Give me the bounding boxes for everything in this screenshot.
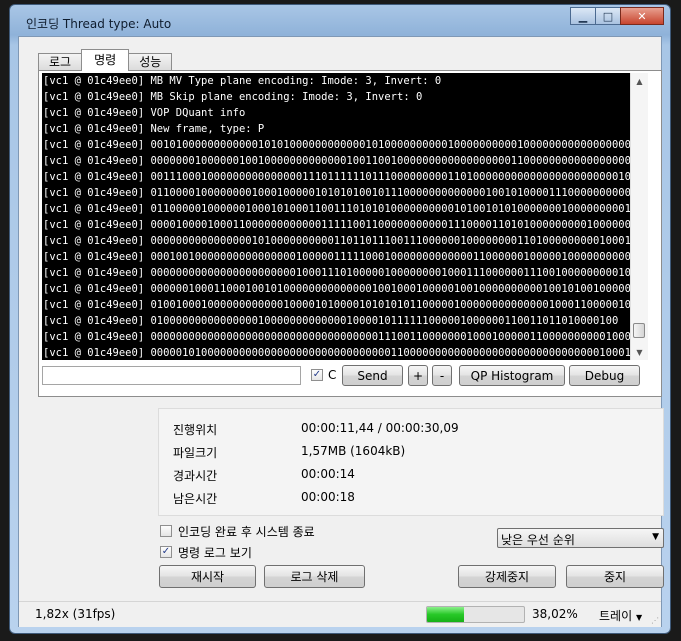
scroll-up-arrow-icon[interactable]: ▲	[631, 73, 648, 89]
tab-bar: 로그 명령 성능	[38, 49, 173, 71]
restart-button[interactable]: 재시작	[159, 565, 256, 588]
log-line: [vc1 @ 01c49ee0] 00000000000000001010000…	[43, 235, 630, 247]
log-line: [vc1 @ 01c49ee0] 00000000000000000000000…	[43, 267, 630, 279]
log-line: [vc1 @ 01c49ee0] 01000000000000000100000…	[43, 315, 619, 327]
log-line: [vc1 @ 01c49ee0] 01100000100000010001010…	[43, 203, 630, 215]
chevron-down-icon: ▼	[635, 613, 643, 622]
chevron-down-icon: ▼	[652, 532, 659, 542]
elapsed-label: 경과시간	[173, 469, 218, 483]
encoding-progress-bar	[426, 606, 525, 623]
show-log-checkbox[interactable]: ✓	[160, 546, 172, 558]
encoding-window: 인코딩 Thread type: Auto ▁ □ ✕ 로그 명령 성능 [vc…	[9, 4, 671, 634]
close-button[interactable]: ✕	[620, 7, 664, 25]
minimize-button[interactable]: ▁	[570, 7, 596, 25]
position-label: 진행위치	[173, 423, 218, 437]
tray-label: 트레이	[599, 609, 633, 623]
command-input[interactable]	[42, 366, 301, 385]
log-scrollbar[interactable]: ▲ ▼	[630, 73, 648, 360]
scroll-thumb[interactable]	[633, 323, 645, 338]
command-row: ✓ C Send + - QP Histogram Debug	[42, 364, 658, 388]
tab-log[interactable]: 로그	[38, 53, 83, 71]
caption-buttons: ▁ □ ✕	[570, 7, 664, 25]
maximize-button[interactable]: □	[595, 7, 621, 25]
c-checkbox-label: C	[328, 368, 337, 382]
log-line: [vc1 @ 01c49ee0] MB MV Type plane encodi…	[43, 75, 442, 87]
scroll-down-arrow-icon[interactable]: ▼	[631, 344, 648, 360]
stop-button[interactable]: 중지	[566, 565, 664, 588]
resize-grip-icon[interactable]: ⋰	[651, 616, 659, 625]
position-value: 00:00:11,44 / 00:00:30,09	[301, 421, 459, 435]
command-tab-panel: [vc1 @ 01c49ee0] MB MV Type plane encodi…	[38, 70, 662, 397]
log-line: [vc1 @ 01c49ee0] 00000101000000000000000…	[43, 347, 630, 359]
plus-button[interactable]: +	[408, 365, 428, 386]
qp-histogram-button[interactable]: QP Histogram	[459, 365, 565, 386]
priority-value: 낮은 우선 순위	[501, 533, 575, 547]
filesize-value: 1,57MB (1604kB)	[301, 444, 406, 458]
command-log-output[interactable]: [vc1 @ 01c49ee0] MB MV Type plane encodi…	[42, 73, 630, 360]
log-line: [vc1 @ 01c49ee0] 00111000100000000000000…	[43, 171, 630, 183]
filesize-label: 파일크기	[173, 446, 218, 460]
encoding-info-panel: 진행위치 00:00:11,44 / 00:00:30,09 파일크기 1,57…	[158, 408, 664, 516]
progress-percent: 38,02%	[532, 607, 578, 621]
remaining-label: 남은시간	[173, 492, 218, 506]
c-checkbox[interactable]: ✓	[311, 369, 323, 381]
send-button[interactable]: Send	[342, 365, 403, 386]
force-stop-button[interactable]: 강제중지	[458, 565, 556, 588]
log-line: [vc1 @ 01c49ee0] 00000000000000000000000…	[43, 331, 630, 343]
elapsed-value: 00:00:14	[301, 467, 355, 481]
client-area: 로그 명령 성능 [vc1 @ 01c49ee0] MB MV Type pla…	[18, 36, 664, 627]
show-log-label: 명령 로그 보기	[178, 545, 252, 560]
debug-button[interactable]: Debug	[569, 365, 640, 386]
log-line: [vc1 @ 01c49ee0] 00000010001100010010100…	[43, 283, 630, 295]
log-line: [vc1 @ 01c49ee0] 00010010000000000000000…	[43, 251, 630, 263]
tray-menu[interactable]: 트레이 ▼	[599, 607, 642, 624]
checkmark-icon: ✓	[312, 369, 322, 380]
clear-log-button[interactable]: 로그 삭제	[264, 565, 365, 588]
log-line: [vc1 @ 01c49ee0] New frame, type: P	[43, 123, 265, 135]
shutdown-option[interactable]: 인코딩 완료 후 시스템 종료	[160, 523, 315, 539]
log-line: [vc1 @ 01c49ee0] 01100001000000001000100…	[43, 187, 630, 199]
priority-dropdown[interactable]: 낮은 우선 순위 ▼	[497, 528, 664, 548]
remaining-value: 00:00:18	[301, 490, 355, 504]
progress-fill	[427, 607, 464, 622]
minus-button[interactable]: -	[432, 365, 452, 386]
tab-command[interactable]: 명령	[81, 49, 130, 71]
log-line: [vc1 @ 01c49ee0] 01001000100000000000010…	[43, 299, 630, 311]
tab-performance[interactable]: 성능	[128, 53, 173, 71]
title-bar[interactable]: 인코딩 Thread type: Auto ▁ □ ✕	[10, 5, 670, 37]
log-line: [vc1 @ 01c49ee0] 00001000010001100000000…	[43, 219, 630, 231]
show-log-option[interactable]: ✓ 명령 로그 보기	[160, 544, 252, 560]
log-line: [vc1 @ 01c49ee0] VOP DQuant info	[43, 107, 246, 119]
log-line: [vc1 @ 01c49ee0] 00000001000000100100000…	[43, 155, 630, 167]
window-title: 인코딩 Thread type: Auto	[26, 17, 172, 31]
encoding-speed: 1,82x (31fps)	[35, 607, 116, 621]
log-line: [vc1 @ 01c49ee0] 00101000000000000101010…	[43, 139, 630, 151]
shutdown-label: 인코딩 완료 후 시스템 종료	[178, 524, 315, 539]
status-bar: 1,82x (31fps) 38,02% 트레이 ▼ ⋰	[19, 601, 661, 627]
shutdown-checkbox[interactable]	[160, 525, 172, 537]
checkmark-icon: ✓	[161, 546, 171, 557]
log-line: [vc1 @ 01c49ee0] MB Skip plane encoding:…	[43, 91, 423, 103]
